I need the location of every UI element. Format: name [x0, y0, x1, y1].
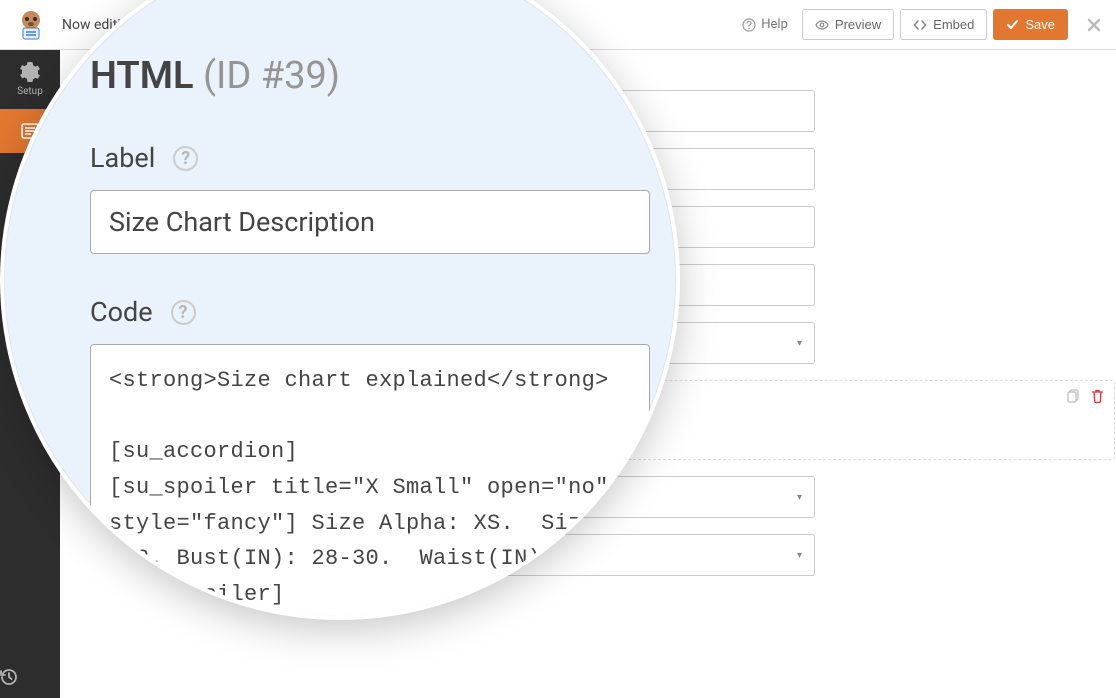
trash-icon[interactable]: [1091, 389, 1104, 403]
preview-button[interactable]: Preview: [802, 9, 894, 40]
help-icon[interactable]: ?: [171, 300, 196, 325]
block-actions: [1067, 389, 1104, 403]
history-icon: [0, 668, 18, 686]
help-link[interactable]: Help: [742, 17, 788, 32]
label-caption-row: Label ?: [90, 142, 636, 174]
sidebar-history[interactable]: [0, 656, 60, 698]
code-caption-row: Code ?: [90, 296, 636, 328]
chevron-down-icon: ▾: [797, 338, 802, 349]
topbar-right: Help Preview Embed Save: [742, 9, 1102, 40]
help-label: Help: [761, 17, 788, 32]
close-button[interactable]: [1086, 17, 1102, 33]
sidebar-setup-label: Setup: [17, 86, 43, 97]
help-icon: [742, 18, 756, 32]
close-icon: [1086, 17, 1102, 33]
chevron-down-icon: ▾: [797, 492, 802, 503]
app-logo: [14, 8, 48, 42]
mascot-icon: [14, 8, 48, 42]
save-button[interactable]: Save: [993, 9, 1068, 40]
eye-icon: [815, 18, 829, 32]
chevron-down-icon: ▾: [797, 550, 802, 561]
label-caption: Label: [90, 142, 155, 174]
label-input[interactable]: Size Chart Description: [90, 190, 650, 254]
embed-button[interactable]: Embed: [900, 9, 987, 40]
label-input-value: Size Chart Description: [109, 206, 375, 238]
help-icon[interactable]: ?: [173, 146, 198, 171]
field-options-title: HTML (ID #39): [90, 54, 636, 98]
embed-icon: [913, 18, 927, 32]
code-caption: Code: [90, 296, 153, 328]
options-title-b: (ID #39): [203, 54, 340, 98]
save-label: Save: [1025, 17, 1055, 32]
copy-icon[interactable]: [1067, 389, 1081, 403]
preview-label: Preview: [835, 17, 881, 32]
label-field: Label ? Size Chart Description: [90, 142, 636, 254]
gear-icon: [20, 62, 40, 82]
check-icon: [1006, 18, 1019, 31]
options-title-a: HTML: [90, 54, 194, 98]
embed-label: Embed: [933, 17, 974, 32]
